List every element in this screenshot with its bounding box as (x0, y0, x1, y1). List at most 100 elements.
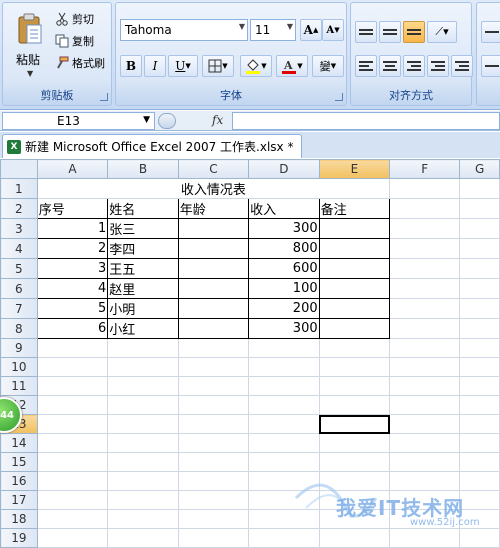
workbook-tab[interactable]: X 新建 Microsoft Office Excel 2007 工作表.xls… (2, 134, 302, 158)
clipboard-dialog-launcher-icon[interactable] (100, 93, 108, 101)
cell-note[interactable] (318, 318, 391, 339)
cell[interactable] (389, 178, 461, 199)
cell[interactable] (177, 357, 250, 377)
cell[interactable] (389, 198, 461, 219)
cell[interactable] (389, 433, 461, 453)
column-header-c[interactable]: C (177, 159, 250, 179)
align-top-button[interactable] (355, 21, 377, 43)
row-header[interactable]: 4 (0, 238, 38, 259)
cell-age[interactable] (177, 258, 250, 279)
cell[interactable] (177, 433, 250, 453)
cell-name[interactable]: 李四 (107, 238, 179, 259)
paste-dropdown-icon[interactable]: ▼ (27, 69, 33, 78)
row-header[interactable]: 11 (0, 376, 38, 396)
cell[interactable] (36, 357, 109, 377)
bold-button[interactable]: B (120, 55, 142, 77)
font-name-select[interactable]: Tahoma ▼ (120, 19, 248, 41)
font-color-button[interactable]: A ▼ (276, 55, 308, 77)
cell-name[interactable]: 小红 (107, 318, 179, 339)
cell-no[interactable]: 2 (36, 238, 109, 259)
cell[interactable] (318, 357, 391, 377)
cell[interactable] (177, 490, 250, 510)
column-header-f[interactable]: F (389, 159, 461, 179)
cell[interactable] (318, 376, 391, 396)
cell-name[interactable]: 赵里 (107, 278, 179, 299)
align-left-button[interactable] (355, 55, 377, 77)
cell[interactable] (459, 278, 500, 299)
fill-color-button[interactable]: ▼ (240, 55, 272, 77)
cell[interactable] (459, 218, 500, 239)
row-header[interactable]: 16 (0, 471, 38, 491)
paste-icon[interactable] (17, 13, 43, 45)
cell[interactable] (389, 238, 461, 259)
row-header[interactable]: 6 (0, 278, 38, 299)
cell[interactable] (107, 471, 179, 491)
formula-input[interactable] (232, 112, 500, 130)
name-box[interactable]: E13 ▼ (2, 112, 155, 130)
cell[interactable] (177, 395, 250, 415)
format-painter-button[interactable]: 格式刷 (55, 55, 105, 71)
cell[interactable] (248, 357, 320, 377)
cell[interactable] (177, 471, 250, 491)
cell-income[interactable]: 800 (248, 238, 320, 259)
align-right-button[interactable] (403, 55, 425, 77)
cell[interactable] (459, 298, 500, 319)
select-all-corner[interactable] (0, 159, 38, 179)
row-header[interactable]: 18 (0, 509, 38, 529)
cell[interactable] (248, 376, 320, 396)
cell-age[interactable] (177, 318, 250, 339)
cell[interactable] (318, 433, 391, 453)
align-middle-button[interactable] (379, 21, 401, 43)
cell[interactable] (248, 414, 320, 434)
header-cell[interactable]: 年龄 (177, 198, 250, 219)
wrap-text-button[interactable] (481, 21, 500, 43)
header-cell[interactable]: 收入 (248, 198, 320, 219)
cell[interactable] (107, 376, 179, 396)
header-cell[interactable]: 姓名 (107, 198, 179, 219)
selected-cell-e13[interactable] (318, 414, 391, 434)
cell[interactable] (459, 395, 500, 415)
row-header[interactable]: 10 (0, 357, 38, 377)
row-header[interactable]: 9 (0, 338, 38, 358)
borders-button[interactable]: ▼ (202, 55, 234, 77)
font-dialog-launcher-icon[interactable] (335, 93, 343, 101)
cell-note[interactable] (318, 238, 391, 259)
cell-name[interactable]: 张三 (107, 218, 179, 239)
cell[interactable] (36, 395, 109, 415)
cell[interactable] (107, 509, 179, 529)
column-header-e[interactable]: E (318, 159, 391, 179)
phonetic-button[interactable]: 變 ▼ (312, 55, 344, 77)
align-center-button[interactable] (379, 55, 401, 77)
row-header[interactable]: 15 (0, 452, 38, 472)
row-header[interactable]: 5 (0, 258, 38, 279)
cell-note[interactable] (318, 278, 391, 299)
cell[interactable] (36, 376, 109, 396)
cell[interactable] (36, 490, 109, 510)
cell[interactable] (459, 376, 500, 396)
cell[interactable] (177, 338, 250, 358)
header-cell[interactable]: 序号 (36, 198, 109, 219)
cell[interactable] (107, 357, 179, 377)
column-header-a[interactable]: A (36, 159, 109, 179)
cell[interactable] (459, 258, 500, 279)
cell-no[interactable]: 3 (36, 258, 109, 279)
cell-income[interactable]: 300 (248, 318, 320, 339)
cell-note[interactable] (318, 218, 391, 239)
cell-age[interactable] (177, 238, 250, 259)
cell[interactable] (459, 414, 500, 434)
cell[interactable] (389, 258, 461, 279)
column-header-d[interactable]: D (248, 159, 320, 179)
cell-income[interactable]: 100 (248, 278, 320, 299)
row-header[interactable]: 7 (0, 298, 38, 319)
cell-no[interactable]: 6 (36, 318, 109, 339)
column-header-g[interactable]: G (459, 159, 500, 179)
orientation-button[interactable]: ⟋▾ (427, 21, 457, 43)
cell-note[interactable] (318, 258, 391, 279)
cell[interactable] (389, 298, 461, 319)
cut-button[interactable]: 剪切 (55, 11, 94, 27)
cell[interactable] (459, 357, 500, 377)
cell[interactable] (107, 452, 179, 472)
decrease-indent-button[interactable] (427, 55, 449, 77)
grow-font-button[interactable]: A ▲ (300, 19, 322, 41)
increase-indent-button[interactable] (451, 55, 473, 77)
